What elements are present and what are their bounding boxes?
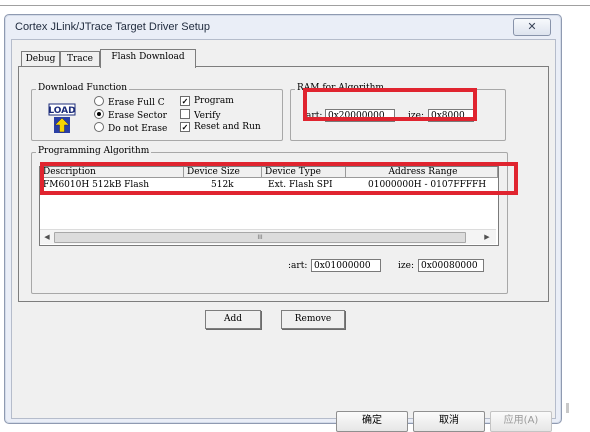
- tab-flash-download[interactable]: Flash Download: [100, 49, 196, 68]
- load-icon: LOAD: [48, 103, 76, 133]
- ok-button[interactable]: 确定: [336, 411, 408, 432]
- download-function-group: Download Function LOAD Erase Full C Eras…: [31, 83, 283, 141]
- cancel-button[interactable]: 取消: [413, 411, 485, 432]
- programming-algorithm-label: Programming Algorithm: [36, 146, 152, 156]
- checkbox-checked-icon: ✓: [180, 96, 190, 106]
- apply-button[interactable]: 应用(A): [490, 411, 552, 432]
- radio-erase-sector-label: Erase Sector: [108, 111, 167, 121]
- radio-do-not-erase-label: Do not Erase: [108, 124, 168, 134]
- checkbox-verify-label: Verify: [194, 111, 221, 121]
- window-edge-mark: [566, 403, 569, 413]
- checkbox-unchecked-icon: [180, 109, 190, 119]
- dialog-window: Cortex JLink/JTrace Target Driver Setup …: [4, 14, 562, 432]
- close-button[interactable]: ✕: [513, 18, 551, 36]
- checkbox-reset-and-run-label: Reset and Run: [194, 122, 261, 132]
- algorithm-size-label: ize:: [398, 261, 414, 271]
- checkbox-checked-icon: ✓: [180, 122, 190, 132]
- top-divider-line: [0, 5, 590, 6]
- add-button[interactable]: Add: [205, 310, 261, 329]
- radio-erase-sector[interactable]: Erase Sector: [94, 109, 167, 121]
- horizontal-scrollbar[interactable]: ◀ III ▶: [40, 229, 496, 244]
- title-bar[interactable]: Cortex JLink/JTrace Target Driver Setup …: [5, 15, 561, 39]
- scrollbar-thumb[interactable]: III: [54, 232, 466, 243]
- tab-debug[interactable]: Debug: [21, 51, 60, 67]
- close-icon: ✕: [527, 20, 537, 33]
- checkbox-reset-and-run[interactable]: ✓ Reset and Run: [180, 122, 261, 133]
- algorithm-start-input[interactable]: 0x01000000: [311, 259, 381, 272]
- radio-erase-full-chip[interactable]: Erase Full C: [94, 96, 165, 108]
- radio-do-not-erase[interactable]: Do not Erase: [94, 122, 168, 134]
- radio-indicator: [94, 96, 104, 106]
- radio-indicator: [94, 122, 104, 132]
- load-icon-text: LOAD: [48, 106, 75, 116]
- remove-button[interactable]: Remove: [281, 310, 345, 329]
- checkbox-program-label: Program: [194, 96, 234, 106]
- algorithm-row-highlight-box: [40, 162, 518, 195]
- window-title: Cortex JLink/JTrace Target Driver Setup: [15, 21, 211, 33]
- radio-erase-full-chip-label: Erase Full C: [108, 98, 165, 108]
- radio-indicator-selected: [94, 109, 104, 119]
- tab-trace[interactable]: Trace: [60, 51, 100, 67]
- algorithm-start-label: :art:: [288, 261, 308, 271]
- scroll-right-icon[interactable]: ▶: [480, 230, 494, 244]
- checkbox-verify[interactable]: Verify: [180, 109, 221, 121]
- download-function-label: Download Function: [36, 83, 130, 93]
- scroll-left-icon[interactable]: ◀: [40, 230, 54, 244]
- algorithm-size-input[interactable]: 0x00080000: [418, 259, 484, 272]
- ram-highlight-box: [303, 88, 477, 121]
- checkbox-program[interactable]: ✓ Program: [180, 96, 234, 107]
